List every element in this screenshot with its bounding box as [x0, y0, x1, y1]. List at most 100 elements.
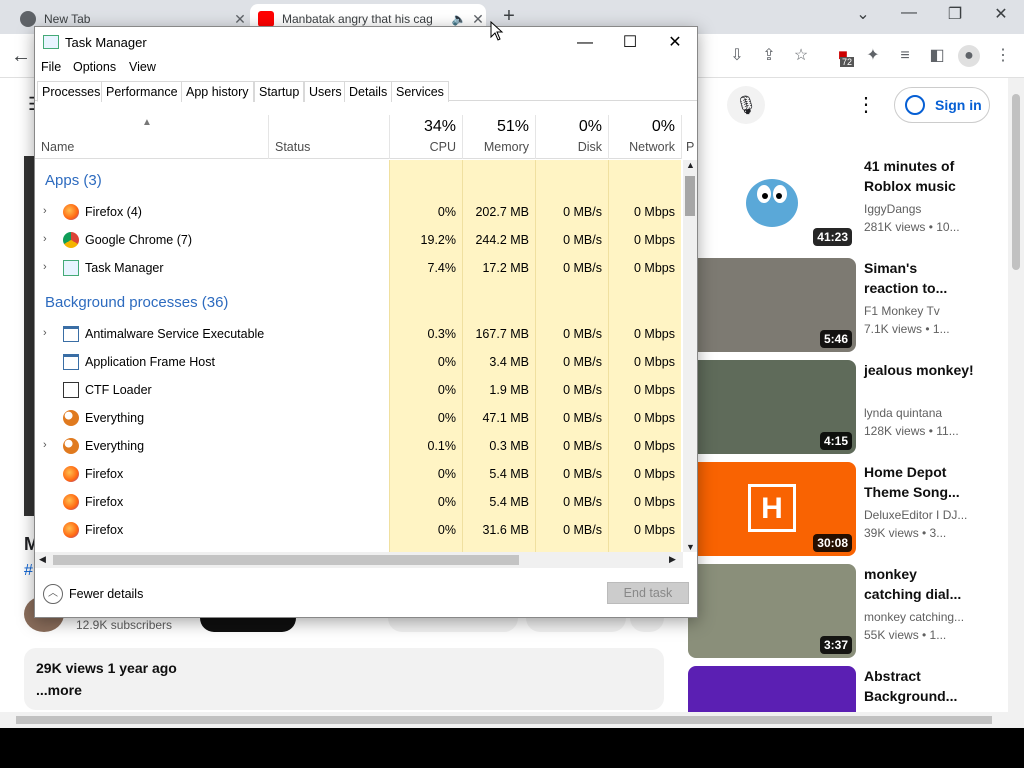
tab-title: New Tab [44, 12, 91, 26]
column-disk[interactable]: 0% Disk [535, 115, 608, 159]
process-row[interactable]: Everything 0% 47.1 MB 0 MB/s 0 Mbps [35, 404, 681, 432]
process-row[interactable]: › Antimalware Service Executable 0.3% 167.7… [35, 320, 681, 348]
process-vertical-scrollbar[interactable]: ▲ ▼ [683, 160, 697, 552]
recommendation-item[interactable]: 3:37 monkey catching dial... monkey catc… [688, 564, 1018, 660]
minimize-button[interactable]: — [565, 30, 605, 56]
menu-file[interactable]: File [41, 60, 61, 74]
microphone-icon[interactable]: 🎙 [727, 86, 765, 124]
process-list: Apps (3) › Firefox (4) 0% 202.7 MB 0 MB/s 0 M… [35, 160, 681, 552]
scrollbar-thumb[interactable] [53, 555, 519, 565]
description-views: 29K views 1 year ago [36, 660, 177, 676]
scroll-right-icon[interactable]: ▶ [669, 554, 676, 565]
close-window-button[interactable]: ✕ [986, 4, 1016, 26]
hashtag-edge: # [24, 562, 33, 579]
page-vertical-scrollbar[interactable] [1008, 78, 1024, 728]
process-horizontal-scrollbar[interactable]: ◀ ▶ [35, 552, 683, 568]
tab-processes[interactable]: Processes [37, 81, 106, 102]
media-icon[interactable]: ≡ [894, 45, 916, 67]
sidepanel-icon[interactable]: ◧ [926, 45, 948, 67]
process-cpu: 0.3% [427, 327, 457, 341]
restore-button[interactable]: ❐ [940, 4, 970, 26]
profile-icon[interactable]: ● [958, 45, 980, 67]
process-row[interactable]: › Everything 0.1% 0.3 MB 0 MB/s 0 Mbps [35, 432, 681, 460]
chevron-down-icon[interactable]: ⌄ [848, 4, 878, 26]
column-memory[interactable]: 51% Memory [462, 115, 535, 159]
sort-arrow-icon[interactable]: ▲ [142, 117, 152, 128]
tab-app-history[interactable]: App history [181, 81, 254, 102]
scrollbar-thumb[interactable] [685, 176, 695, 216]
page-horizontal-scrollbar[interactable] [0, 712, 1008, 728]
process-row[interactable]: CTF Loader 0% 1.9 MB 0 MB/s 0 Mbps [35, 376, 681, 404]
memory-label: Memory [483, 140, 529, 154]
expand-chevron-icon[interactable]: › [43, 233, 47, 245]
process-row[interactable]: › Google Chrome (7) 19.2% 244.2 MB 0 MB/s 0 M… [35, 226, 681, 254]
recommendation-item[interactable]: 5:46 Siman's reaction to... F1 Monkey Tv… [688, 258, 1018, 354]
process-row[interactable]: › Firefox (4) 0% 202.7 MB 0 MB/s 0 Mbps [35, 198, 681, 226]
star-icon[interactable]: ☆ [790, 45, 812, 67]
tab-performance[interactable]: Performance [101, 81, 183, 102]
more-icon[interactable]: ⋮ [856, 92, 876, 117]
extension-badge-icon[interactable]: ■ 72 [832, 45, 855, 67]
task-manager-titlebar[interactable]: Task Manager — ☐ ✕ [35, 27, 697, 57]
install-icon[interactable]: ⇩ [726, 45, 748, 67]
scroll-down-icon[interactable]: ▼ [686, 542, 695, 552]
expand-chevron-icon[interactable]: › [43, 261, 47, 273]
tab-services[interactable]: Services [391, 81, 449, 102]
mouse-cursor-icon [490, 21, 504, 41]
column-header-row: ▲ Name Status 34% CPU 51% Memory 0% Disk… [35, 115, 694, 159]
process-row[interactable]: › Task Manager 7.4% 17.2 MB 0 MB/s 0 Mbps [35, 254, 681, 282]
back-arrow-icon[interactable]: ← [10, 45, 32, 67]
speaker-icon[interactable]: 🔈 [448, 12, 470, 26]
column-name[interactable]: Name [41, 140, 74, 154]
close-button[interactable]: ✕ [655, 30, 695, 56]
kebab-menu-icon[interactable]: ⋮ [992, 45, 1014, 67]
tab-details[interactable]: Details [344, 81, 393, 102]
scroll-up-icon[interactable]: ▲ [686, 160, 695, 170]
minimize-button[interactable]: — [894, 4, 924, 26]
taskmanager-icon [43, 35, 59, 49]
menu-view[interactable]: View [129, 60, 156, 74]
process-row[interactable]: Firefox 0% 5.4 MB 0 MB/s 0 Mbps [35, 488, 681, 516]
scrollbar-thumb[interactable] [16, 716, 992, 724]
maximize-button[interactable]: ☐ [610, 30, 650, 56]
share-icon[interactable]: ⇪ [758, 45, 780, 67]
process-row[interactable]: Firefox 0% 31.6 MB 0 MB/s 0 Mbps [35, 516, 681, 544]
description-more[interactable]: ...more [36, 682, 652, 698]
fewer-details-link[interactable]: Fewer details [69, 587, 143, 601]
expand-chevron-icon[interactable]: › [43, 205, 47, 217]
end-task-button[interactable]: End task [607, 582, 689, 604]
sign-in-button[interactable]: Sign in [894, 87, 990, 123]
search-icon [63, 410, 79, 426]
tab-startup[interactable]: Startup [254, 81, 305, 102]
recommendation-item[interactable]: H 30:08 Home Depot Theme Song... DeluxeE… [688, 462, 1018, 558]
expand-chevron-icon[interactable]: › [43, 327, 47, 339]
process-memory: 5.4 MB [489, 467, 529, 481]
expand-chevron-icon[interactable]: › [43, 439, 47, 451]
scroll-left-icon[interactable]: ◀ [39, 554, 46, 565]
column-status[interactable]: Status [275, 140, 310, 154]
recommendation-item[interactable]: 4:15 jealous monkey! lynda quintana 128K… [688, 360, 1018, 456]
chevron-up-icon[interactable]: ︿ [43, 584, 63, 604]
channel-name: IggyDangs [864, 202, 922, 216]
close-icon[interactable]: ✕ [470, 11, 486, 28]
recommendation-item[interactable]: 41:23 41 minutes of Roblox music IggyDan… [688, 156, 1018, 252]
video-title: monkey catching dial... [864, 566, 962, 602]
tab-users[interactable]: Users [304, 81, 347, 102]
menu-bar: File Options View [35, 57, 697, 77]
close-icon[interactable]: ✕ [232, 11, 248, 28]
video-duration: 41:23 [813, 228, 852, 246]
process-row[interactable]: Firefox 0% 5.4 MB 0 MB/s 0 Mbps [35, 460, 681, 488]
menu-options[interactable]: Options [73, 60, 116, 74]
process-row[interactable]: Application Frame Host 0% 3.4 MB 0 MB/s 0 Mb… [35, 348, 681, 376]
letterbox-bar [0, 728, 1024, 768]
puzzle-icon[interactable]: ✦ [862, 45, 884, 67]
description-box[interactable]: 29K views 1 year ago ...more [24, 648, 664, 710]
home-depot-logo: H [748, 484, 796, 532]
column-power[interactable]: P [681, 115, 697, 159]
column-cpu[interactable]: 34% CPU [389, 115, 462, 159]
video-title: Home Depot Theme Song... [864, 464, 960, 500]
process-cpu: 0.1% [427, 439, 457, 453]
column-network[interactable]: 0% Network [608, 115, 681, 159]
scrollbar-thumb[interactable] [1012, 94, 1020, 270]
recommendation-item[interactable]: Abstract Background... [688, 666, 1018, 712]
